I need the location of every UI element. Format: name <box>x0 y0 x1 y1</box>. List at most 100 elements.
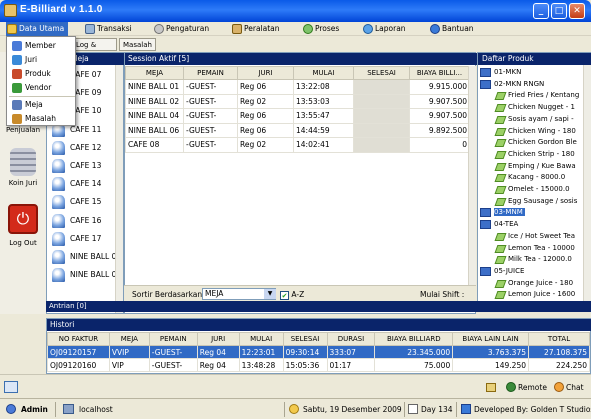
histori-col-header[interactable]: BIAYA BILLIARD <box>374 332 454 346</box>
histori-col-header[interactable]: SELESAI <box>282 332 328 346</box>
session-row[interactable]: NINE BALL 04 -GUEST- Reg 06 13:55:47 9.907.5… <box>125 108 470 124</box>
dropdown-item-masalah[interactable]: Masalah <box>9 112 75 126</box>
category-icon <box>480 68 491 77</box>
histori-row[interactable]: OJ09120160 VIP -GUEST- Reg 04 13:48:28 15:05:… <box>47 358 590 372</box>
menu-pengaturan[interactable]: Pengaturan <box>153 22 209 36</box>
histori-table-wrap: NO FAKTUR MEJA PEMAIN JURI MULAI SELESAI DURAS… <box>47 332 590 372</box>
chat-button[interactable]: Chat <box>554 381 584 394</box>
histori-col-header[interactable]: MEJA <box>108 332 150 346</box>
dropdown-item-meja[interactable]: Meja <box>9 98 75 112</box>
menu-proses[interactable]: Proses <box>302 22 339 36</box>
meja-list-item[interactable]: CAFE 16 <box>50 213 122 231</box>
session-col-header[interactable]: MEJA <box>125 66 184 80</box>
produk-item[interactable]: Egg Sausage / sosis <box>494 196 577 208</box>
az-checkbox[interactable]: ✔ A-Z <box>280 288 304 301</box>
session-empty-row <box>125 224 470 240</box>
histori-col-header[interactable]: MULAI <box>238 332 284 346</box>
dropdown-item-produk[interactable]: Produk <box>9 67 75 81</box>
produk-category[interactable]: 02-MKN RNGN <box>480 79 544 91</box>
menu-bantuan[interactable]: Bantuan <box>429 22 474 36</box>
billiard-table-icon <box>52 159 65 173</box>
produk-category[interactable]: 01-MKN <box>480 67 521 79</box>
minimize-button[interactable]: _ <box>533 3 549 19</box>
session-empty-cell <box>353 180 410 196</box>
chevron-down-icon[interactable]: ▼ <box>264 289 276 299</box>
produk-item[interactable]: Chicken Strip - 180 <box>494 149 575 161</box>
produk-scrollbar[interactable] <box>583 65 591 301</box>
produk-item[interactable]: Fried Fries / Kentang <box>494 90 579 102</box>
produk-item[interactable]: Chicken Nugget - 1 <box>494 102 575 114</box>
produk-item[interactable]: Kacang - 8000.0 <box>494 172 565 184</box>
category-icon <box>480 79 491 89</box>
maximize-button[interactable]: □ <box>551 3 567 19</box>
histori-col-header[interactable]: BIAYA LAIN LAIN <box>452 332 529 346</box>
histori-col-header[interactable]: TOTAL <box>528 332 590 346</box>
produk-item[interactable]: Lemon Juice - 1600 <box>494 289 575 301</box>
menu-bar: Data Utama Transaksi Pengaturan Peralata… <box>0 22 591 36</box>
histori-col-header[interactable]: PEMAIN <box>148 332 198 346</box>
produk-item[interactable]: Chicken Wing - 180 <box>494 126 576 138</box>
session-row[interactable]: NINE BALL 02 -GUEST- Reg 02 13:53:03 9.907.5… <box>125 93 470 109</box>
histori-col-header[interactable]: DURASI <box>326 332 376 346</box>
histori-col-header[interactable]: JURI <box>196 332 240 346</box>
status-user: Admin <box>21 405 48 414</box>
meja-list-item[interactable]: CAFE 13 <box>50 158 122 176</box>
produk-item[interactable]: Ice / Hot Sweet Tea <box>494 231 575 243</box>
histori-row[interactable]: OJ09120157 VVIP -GUEST- Reg 04 12:23:01 09:30… <box>47 345 590 359</box>
produk-item[interactable]: Chicken Gordon Ble <box>494 137 577 149</box>
session-col-header[interactable]: BIAYA BILLI... <box>409 66 470 80</box>
session-empty-cell <box>183 238 238 254</box>
meja-list-item[interactable]: CAFE 12 <box>50 140 122 158</box>
produk-category[interactable]: 03-MNM <box>480 207 525 219</box>
produk-item[interactable]: Milk Tea - 12000.0 <box>494 254 572 266</box>
close-button[interactable]: ✕ <box>569 3 585 19</box>
produk-category[interactable]: 04-TEA <box>480 219 518 231</box>
session-row[interactable]: CAFE 08 -GUEST- Reg 02 14:02:41 0 <box>125 137 470 153</box>
meja-list-item[interactable]: CAFE 14 <box>50 176 122 194</box>
histori-header: Histori <box>47 319 591 331</box>
log-out-button[interactable]: ⏻ Log Out <box>2 204 44 247</box>
tools-icon <box>232 24 242 34</box>
session-col-header[interactable]: JURI <box>237 66 294 80</box>
meja-list-item[interactable]: NINE BALL 05 <box>50 267 122 285</box>
meja-list-item[interactable]: NINE BALL 03 <box>50 249 122 267</box>
meja-list-item[interactable]: CAFE 15 <box>50 194 122 212</box>
produk-item[interactable]: Sosis ayam / sapi - <box>494 114 574 126</box>
session-empty-row <box>125 209 470 225</box>
produk-item[interactable]: Omelet - 15000.0 <box>494 184 570 196</box>
remote-button[interactable]: Remote <box>506 381 547 394</box>
session-row[interactable]: NINE BALL 06 -GUEST- Reg 06 14:44:59 9.892.5… <box>125 122 470 138</box>
produk-category[interactable]: 05-JUICE <box>480 266 524 278</box>
menu-data-utama[interactable]: Data Utama <box>6 22 69 36</box>
session-col-header[interactable]: MULAI <box>293 66 354 80</box>
session-row[interactable]: NINE BALL 01 -GUEST- Reg 06 13:22:08 9.915.0… <box>125 79 470 95</box>
histori-cell: 01:17 <box>326 358 376 372</box>
meja-list-scrollbar[interactable] <box>115 65 123 313</box>
meja-list-item[interactable]: CAFE 17 <box>50 231 122 249</box>
session-cell: Reg 06 <box>237 79 294 95</box>
session-col-header[interactable]: PEMAIN <box>183 66 238 80</box>
session-col-header[interactable]: SELESAI <box>353 66 410 80</box>
produk-item[interactable]: Lemon Tea - 10000 <box>494 243 575 255</box>
tab-masalah[interactable]: Masalah <box>119 38 156 51</box>
session-empty-cell <box>409 238 470 254</box>
histori-cell: -GUEST- <box>148 358 198 372</box>
produk-item[interactable]: Emping / Kue Bawa <box>494 161 576 173</box>
dropdown-item-vendor[interactable]: Vendor <box>9 81 75 95</box>
menu-laporan[interactable]: Laporan <box>362 22 406 36</box>
status-divider <box>55 402 56 417</box>
window-icon[interactable] <box>4 381 18 393</box>
penjualan-button[interactable]: Penjualan <box>2 126 44 134</box>
billiard-table-icon <box>52 268 65 283</box>
koin-juri-button[interactable]: Koin Juri <box>2 148 44 187</box>
title-bar[interactable]: E-Billiard v 1.1.0 _ □ ✕ <box>0 0 591 22</box>
session-cell: 9.892.500 <box>409 122 470 138</box>
menu-transaksi[interactable]: Transaksi <box>84 22 132 36</box>
dropdown-item-member[interactable]: Member <box>9 39 75 53</box>
mail-icon[interactable] <box>486 383 496 392</box>
histori-col-header[interactable]: NO FAKTUR <box>47 332 110 346</box>
dropdown-item-juri[interactable]: Juri <box>9 53 75 67</box>
produk-item[interactable]: Orange Juice - 180 <box>494 278 573 290</box>
menu-peralatan[interactable]: Peralatan <box>231 22 280 36</box>
session-scrollbar[interactable] <box>468 66 476 285</box>
